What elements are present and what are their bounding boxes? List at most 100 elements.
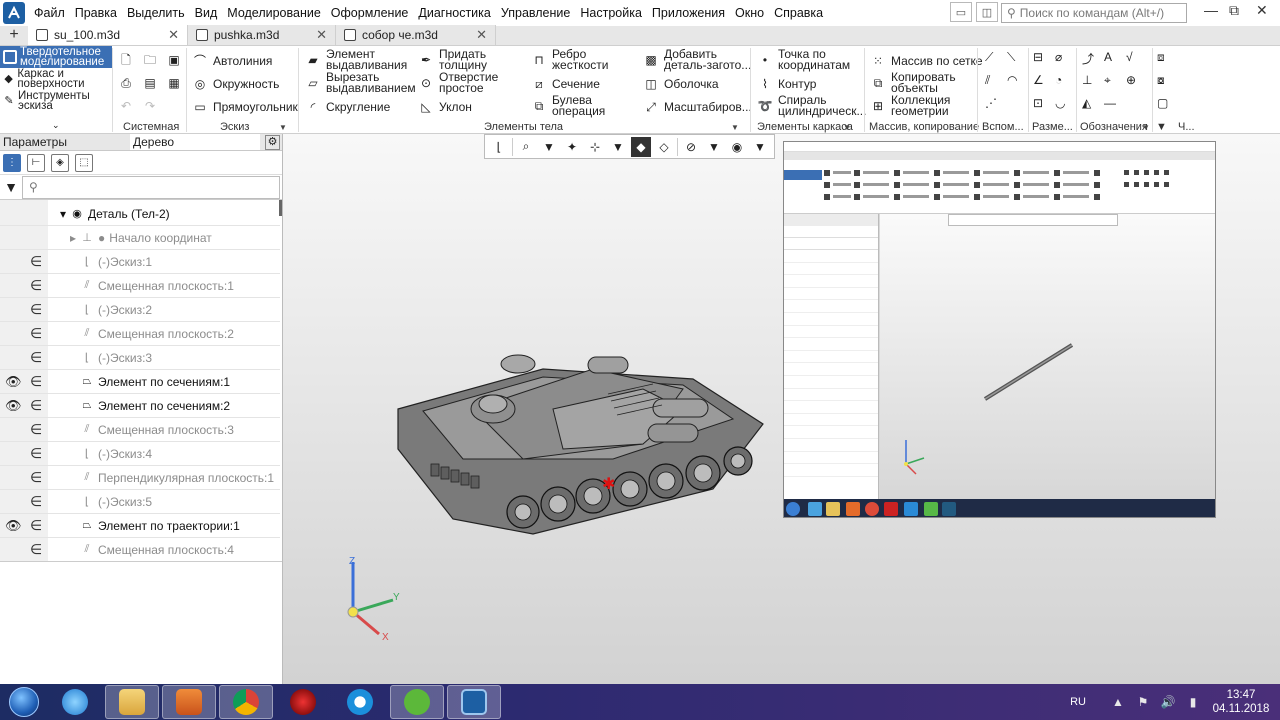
group-expand-icon[interactable]: ▼ — [843, 123, 851, 132]
tree-structure-icon[interactable]: ⋮ — [3, 153, 21, 172]
new-document-button[interactable]: 🗋 — [118, 52, 134, 68]
relation-icon[interactable]: ∈ — [30, 517, 42, 534]
dim-auto-icon[interactable]: ⊡ — [1033, 96, 1051, 114]
rib-button[interactable]: ⊓ Ребро жесткости — [531, 48, 612, 71]
menu-modeling[interactable]: Моделирование — [222, 0, 326, 26]
layout-single-icon[interactable]: ▭ — [950, 2, 972, 22]
helix-button[interactable]: ➰ Спираль цилиндрическ... — [757, 94, 868, 117]
tree-row[interactable]: 👁 ∈ ⏢ Элемент по сечениям:2 — [0, 394, 280, 418]
visibility-icon[interactable]: ◉ — [727, 137, 747, 157]
new-tab-icon[interactable]: + — [0, 25, 28, 45]
mode-sketch-tools[interactable]: ✎ Инструменты эскиза — [0, 90, 112, 112]
restore-icon[interactable]: ⧉ — [1229, 2, 1239, 19]
tray-expand-icon[interactable]: ▲ — [1110, 695, 1126, 709]
filter-icon[interactable]: ▼ — [0, 175, 22, 200]
layout-split-icon[interactable]: ◫ — [976, 2, 998, 22]
section-button[interactable]: ⧄ Сечение — [531, 76, 600, 92]
menu-diagnostics[interactable]: Диагностика — [413, 0, 495, 26]
close-tab-icon[interactable]: ✕ — [476, 27, 487, 43]
tab-su100[interactable]: su_100.m3d ✕ — [28, 25, 188, 45]
taskbar-ie[interactable] — [48, 685, 102, 719]
rotate-icon[interactable]: ✦ — [562, 137, 582, 157]
relation-icon[interactable]: ∈ — [30, 253, 42, 270]
dim-diameter-icon[interactable]: ⌀ — [1055, 50, 1073, 68]
network-icon[interactable]: ▮ — [1185, 695, 1201, 709]
kompas-logo-icon[interactable] — [3, 2, 25, 24]
tree-row[interactable]: ▸ ⊥ ● Начало координат — [0, 226, 280, 250]
tree-row[interactable]: ∈ ⫽ Смещенная плоскость:3 — [0, 418, 280, 442]
contour-button[interactable]: ⌇ Контур — [757, 76, 816, 92]
eye-icon[interactable]: 👁 — [5, 374, 22, 390]
tree-row[interactable]: 👁 ∈ ⏢ Элемент по сечениям:1 — [0, 370, 280, 394]
note-base-icon[interactable]: ⊥ — [1082, 73, 1100, 91]
menu-select[interactable]: Выделить — [122, 0, 190, 26]
aux-point-icon[interactable]: ⋰ — [985, 96, 1003, 114]
cut-extrude-button[interactable]: ▱ Вырезать выдавливанием — [305, 71, 416, 94]
dim-linear-icon[interactable]: ⊟ — [1033, 50, 1051, 68]
save-button[interactable]: ▣ — [166, 52, 182, 68]
menu-help[interactable]: Справка — [769, 0, 828, 26]
chevron-down-icon[interactable]: ▼ — [750, 137, 770, 157]
tree-row[interactable]: ∈ ⌊ (-)Эскиз:2 — [0, 298, 280, 322]
orientation-icon[interactable]: ⊹ — [585, 137, 605, 157]
menu-window[interactable]: Окно — [730, 0, 769, 26]
chevron-down-icon[interactable]: ▼ — [539, 137, 559, 157]
tab-parameters[interactable]: Параметры — [0, 134, 130, 150]
group-expand-icon[interactable]: ▼ — [731, 123, 739, 132]
chevron-icon[interactable]: ▼ — [1156, 121, 1167, 134]
note-tolerance-icon[interactable]: ⊕ — [1126, 73, 1144, 91]
dim-angle-icon[interactable]: ∠ — [1033, 73, 1051, 91]
tab-pushka[interactable]: pushka.m3d ✕ — [188, 25, 336, 45]
mode-wireframe[interactable]: ◆ Каркас и поверхности — [0, 68, 112, 90]
note-roughness-icon[interactable]: √ — [1126, 50, 1144, 68]
tree-hierarchy-icon[interactable]: ⊢ — [27, 153, 45, 172]
close-icon[interactable]: ✕ — [1256, 2, 1268, 19]
zoom-icon[interactable]: ⌕ — [516, 137, 536, 157]
drawing-sheet-icon[interactable]: ▢ — [1157, 96, 1175, 114]
eye-icon[interactable]: 👁 — [5, 398, 22, 414]
properties-button[interactable]: ▦ — [166, 75, 182, 91]
copy-objects-button[interactable]: ⧉ Копировать объекты — [870, 71, 961, 94]
print-button[interactable]: ⎙ — [118, 75, 134, 91]
circle-button[interactable]: ◎ Окружность — [192, 76, 280, 92]
menu-design[interactable]: Оформление — [326, 0, 414, 26]
relation-icon[interactable]: ∈ — [30, 349, 42, 366]
tree-row[interactable]: ∈ ⫽ Перпендикулярная плоскость:1 — [0, 466, 280, 490]
tree-row[interactable]: ∈ ⌊ (-)Эскиз:4 — [0, 442, 280, 466]
taskbar-app-blue[interactable] — [333, 685, 387, 719]
tree-row[interactable]: ∈ ⌊ (-)Эскиз:1 — [0, 250, 280, 274]
start-button[interactable] — [0, 684, 48, 720]
menu-control[interactable]: Управление — [496, 0, 576, 26]
relation-icon[interactable]: ∈ — [30, 301, 42, 318]
wireframe-view-icon[interactable]: ◇ — [654, 137, 674, 157]
chevron-down-icon[interactable]: ▼ — [704, 137, 724, 157]
tree-components-icon[interactable]: ◈ — [51, 153, 69, 172]
aux-offset-icon[interactable]: ⫽ — [985, 73, 1003, 91]
autoline-button[interactable]: ⌒ Автолиния — [192, 53, 272, 69]
redo-button[interactable]: ↷ — [142, 98, 158, 114]
taskbar-chrome[interactable] — [219, 685, 273, 719]
point-by-coords-button[interactable]: • Точка по координатам — [757, 48, 868, 71]
relation-icon[interactable]: ∈ — [30, 397, 42, 414]
relation-icon[interactable]: ∈ — [30, 469, 42, 486]
menu-applications[interactable]: Приложения — [647, 0, 730, 26]
gear-icon[interactable]: ⚙ — [265, 135, 280, 150]
tree-row[interactable]: 👁 ∈ ⏢ Элемент по траектории:1 — [0, 514, 280, 538]
aux-axis-icon[interactable]: ⟍ — [1007, 50, 1025, 68]
relation-icon[interactable]: ∈ — [30, 277, 42, 294]
taskbar-kompas[interactable] — [447, 685, 501, 719]
tree-row[interactable]: ∈ ⫽ Смещенная плоскость:2 — [0, 322, 280, 346]
tank-model[interactable]: ✱ — [393, 349, 773, 539]
taskbar-media[interactable] — [162, 685, 216, 719]
drawing-section-icon[interactable]: ⧇ — [1157, 73, 1175, 91]
group-expand-icon[interactable]: ▼ — [1142, 123, 1150, 132]
relation-icon[interactable]: ∈ — [30, 445, 42, 462]
shaded-view-icon[interactable]: ◆ — [631, 136, 651, 157]
note-line-icon[interactable]: — — [1104, 96, 1122, 114]
menu-edit[interactable]: Правка — [70, 0, 122, 26]
volume-icon[interactable]: 🔊 — [1160, 695, 1176, 709]
scale-button[interactable]: ⤢ Масштабиров... — [643, 99, 752, 115]
menu-settings[interactable]: Настройка — [575, 0, 647, 26]
boolean-button[interactable]: ⧉ Булева операция — [531, 94, 612, 117]
relation-icon[interactable]: ∈ — [30, 373, 42, 390]
